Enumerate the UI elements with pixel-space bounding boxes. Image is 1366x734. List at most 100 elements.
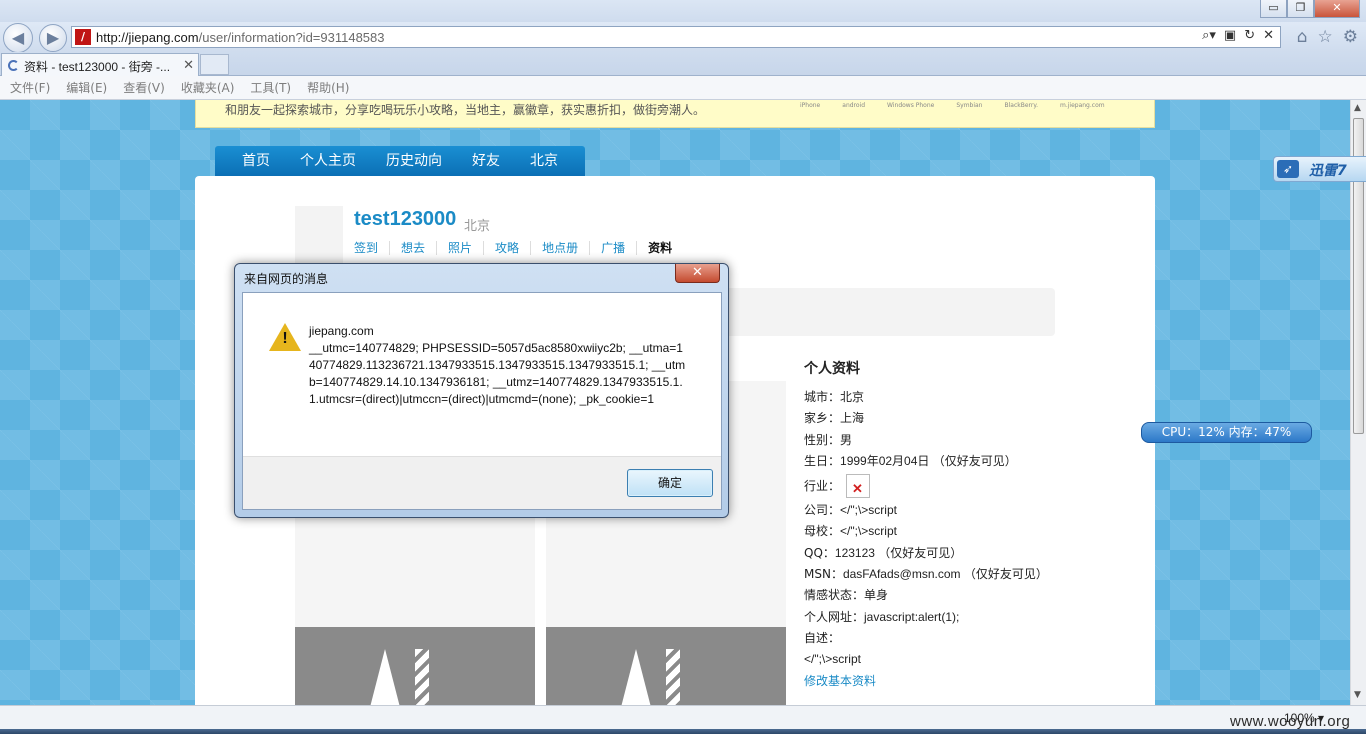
status-bar: 100% ▾	[0, 705, 1366, 729]
dialog-title: 来自网页的消息	[244, 272, 329, 286]
stop-icon[interactable]: ✕	[1263, 28, 1274, 43]
subnav-places[interactable]: 地点册	[530, 241, 589, 255]
dialog-body: ! jiepang.com __utmc=140774829; PHPSESSI…	[242, 292, 722, 510]
home-icon[interactable]: ⌂	[1297, 27, 1308, 47]
username[interactable]: test123000	[354, 208, 456, 231]
dialog-close-button[interactable]: ✕	[675, 264, 720, 283]
profile-row-city: 城市：北京	[804, 387, 1134, 408]
maximize-button[interactable]: ❐	[1287, 0, 1314, 18]
row-value: 1999年02月04日 （仅好友可见）	[840, 453, 1017, 468]
xunlei-bird-icon: ➶	[1277, 160, 1299, 178]
window-close-button[interactable]: ✕	[1314, 0, 1360, 18]
row-label: 家乡：	[804, 411, 841, 426]
profile-row-relationship: 情感状态：单身	[804, 585, 1134, 606]
arrow-left-icon: ◀	[11, 28, 25, 47]
broken-image-icon	[846, 474, 871, 499]
favorites-star-icon[interactable]: ☆	[1318, 27, 1333, 47]
url-text[interactable]: http://jiepang.com/user/information?id=9…	[96, 30, 385, 45]
new-tab-button[interactable]	[200, 54, 229, 75]
profile-subnav: 签到 想去 照片 攻略 地点册 广播 资料	[354, 241, 683, 255]
tab-close-icon[interactable]: ✕	[183, 57, 194, 73]
menu-tools[interactable]: 工具(T)	[250, 76, 291, 99]
search-icon[interactable]: ⌕▾	[1202, 28, 1216, 43]
platform-symbian[interactable]: Symbian	[956, 102, 982, 109]
tab-title: 资料 - test123000 - 街旁 -...	[24, 60, 171, 74]
minimize-button[interactable]: ▭	[1260, 0, 1287, 18]
row-value: 北京	[840, 390, 865, 404]
compat-view-icon[interactable]: ▣	[1224, 28, 1236, 43]
notice-text: 和朋友一起探索城市，分享吃喝玩乐小攻略，当地主，赢徽章，获实惠折扣，做街旁潮人。	[225, 103, 706, 117]
scroll-up-icon[interactable]: ▲	[1354, 103, 1361, 113]
tab-active[interactable]: 资料 - test123000 - 街旁 -... ✕	[1, 53, 199, 76]
avatar[interactable]	[295, 206, 343, 266]
browser-tools: ⌂ ☆ ⚙	[1297, 27, 1358, 47]
menu-view[interactable]: 查看(V)	[123, 76, 165, 99]
back-button[interactable]: ◀	[3, 23, 33, 53]
photo-shape	[618, 649, 654, 705]
profile-row-qq: QQ：123123 （仅好友可见）	[804, 543, 1134, 564]
platform-mobile-site[interactable]: m.jiepang.com	[1060, 102, 1105, 109]
profile-info: 个人资料 城市：北京 家乡：上海 性别：男 生日：1999年02月04日 （仅好…	[804, 358, 1134, 692]
profile-row-industry: 行业：	[804, 472, 1134, 500]
notice-banner: 和朋友一起探索城市，分享吃喝玩乐小攻略，当地主，赢徽章，获实惠折扣，做街旁潮人。…	[195, 100, 1155, 128]
cpu-memory-widget[interactable]: CPU：12% 内存：47%	[1141, 422, 1312, 443]
platform-windows-phone[interactable]: Windows Phone	[887, 102, 934, 109]
profile-row-website: 个人网址：javascript:alert(1);	[804, 607, 1134, 628]
menu-favorites[interactable]: 收藏夹(A)	[181, 76, 235, 99]
platform-android[interactable]: android	[842, 102, 865, 109]
subnav-photos[interactable]: 照片	[436, 241, 483, 255]
nav-city[interactable]: 北京	[530, 146, 558, 176]
address-bar[interactable]: / http://jiepang.com/user/information?id…	[71, 26, 1281, 48]
row-label: 自述：	[804, 630, 841, 645]
warning-mark: !	[282, 330, 288, 347]
row-label: 情感状态：	[804, 588, 865, 603]
forward-button[interactable]: ▶	[39, 24, 67, 52]
address-tools: ⌕▾ ▣ ↻ ✕	[1202, 28, 1274, 43]
taskbar	[0, 729, 1366, 734]
row-value: 123123 （仅好友可见）	[834, 545, 963, 560]
gear-icon[interactable]: ⚙	[1343, 27, 1358, 47]
refresh-icon[interactable]: ↻	[1244, 28, 1255, 43]
alert-dialog: 来自网页的消息 ✕ ! jiepang.com __utmc=140774829…	[234, 263, 729, 518]
window-titlebar: ▭ ❐ ✕	[0, 0, 1366, 22]
edit-profile-link[interactable]: 修改基本资料	[804, 671, 1134, 692]
row-label: 性别：	[804, 432, 841, 447]
xunlei-floating-widget[interactable]: ➶ 迅雷7	[1273, 156, 1366, 182]
vertical-scrollbar[interactable]: ▲ ▼	[1350, 100, 1366, 705]
menu-help[interactable]: 帮助(H)	[307, 76, 349, 99]
photo-image	[295, 627, 535, 705]
subnav-tips[interactable]: 攻略	[483, 241, 530, 255]
row-label: 生日：	[804, 453, 841, 468]
profile-bio-text: </";\>script	[804, 652, 861, 667]
dialog-footer: 确定	[243, 456, 721, 509]
window-controls: ▭ ❐ ✕	[1260, 0, 1360, 18]
platform-iphone[interactable]: iPhone	[800, 102, 820, 109]
message-host: jiepang.com	[309, 324, 374, 338]
subnav-wishlist[interactable]: 想去	[389, 241, 436, 255]
tab-bar: 资料 - test123000 - 街旁 -... ✕	[0, 52, 1366, 76]
nav-profile[interactable]: 个人主页	[300, 146, 356, 176]
menu-file[interactable]: 文件(F)	[10, 76, 50, 99]
row-value: javascript:alert(1);	[864, 609, 960, 624]
dialog-message: jiepang.com __utmc=140774829; PHPSESSID=…	[309, 323, 689, 408]
ok-button[interactable]: 确定	[627, 469, 713, 497]
subnav-broadcast[interactable]: 广播	[589, 241, 636, 255]
menu-edit[interactable]: 编辑(E)	[66, 76, 107, 99]
row-label: 城市：	[804, 390, 841, 404]
subnav-info[interactable]: 资料	[636, 241, 683, 255]
photo-shape	[367, 649, 403, 705]
nav-friends[interactable]: 好友	[472, 146, 500, 176]
row-label: 行业：	[804, 478, 841, 493]
row-value: dasFAfads@msn.com （仅好友可见）	[842, 567, 1048, 582]
nav-history[interactable]: 历史动向	[386, 146, 442, 176]
loading-spinner-icon	[8, 60, 19, 71]
nav-home[interactable]: 首页	[242, 146, 270, 176]
photo-shape	[415, 649, 429, 705]
subnav-checkins[interactable]: 签到	[354, 241, 389, 255]
site-favicon-icon: /	[75, 29, 91, 45]
row-label: QQ：	[804, 545, 835, 560]
platform-blackberry[interactable]: BlackBerry.	[1005, 102, 1038, 109]
profile-row-hometown: 家乡：上海	[804, 408, 1134, 429]
scroll-down-icon[interactable]: ▼	[1354, 690, 1361, 700]
platform-links: iPhone android Windows Phone Symbian Bla…	[800, 102, 1105, 109]
